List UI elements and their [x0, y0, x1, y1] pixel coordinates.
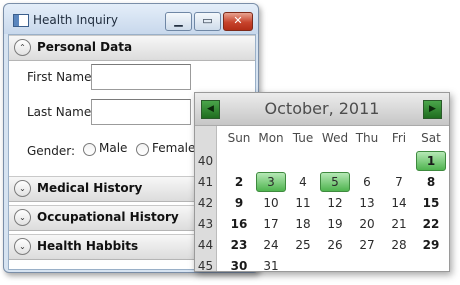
first-name-label: First Name: — [27, 70, 96, 84]
calendar-day[interactable]: 6 — [352, 172, 382, 192]
day-header: Tue — [292, 131, 314, 145]
calendar-day[interactable]: 15 — [416, 193, 446, 213]
calendar-day[interactable]: 16 — [224, 214, 254, 234]
maximize-button[interactable]: ▭ — [194, 12, 221, 31]
section-header-personal-data[interactable]: ⌃ Personal Data — [9, 35, 255, 61]
month-title[interactable]: October, 2011 — [195, 99, 449, 118]
calendar-day[interactable]: 14 — [384, 193, 414, 213]
calendar-day[interactable]: 22 — [416, 214, 446, 234]
chevron-down-icon[interactable]: ⌄ — [14, 238, 31, 255]
section-label: Health Habbits — [37, 239, 139, 253]
calendar-day[interactable]: 18 — [288, 214, 318, 234]
day-header: Sun — [227, 131, 251, 145]
section-label: Medical History — [37, 181, 143, 195]
week-number: 40 — [197, 154, 214, 168]
calendar-day[interactable]: 31 — [256, 256, 286, 276]
calendar-day[interactable]: 7 — [384, 172, 414, 192]
next-month-button[interactable]: ▶ — [423, 100, 442, 119]
calendar-day[interactable]: 21 — [384, 214, 414, 234]
calendar-day[interactable]: 20 — [352, 214, 382, 234]
calendar-day[interactable]: 8 — [416, 172, 446, 192]
day-header: Mon — [258, 131, 284, 145]
week-number: 44 — [197, 238, 214, 252]
calendar-day[interactable]: 29 — [416, 235, 446, 255]
app-window-icon — [13, 14, 29, 27]
first-name-field[interactable] — [91, 64, 191, 90]
close-button[interactable]: ✕ — [223, 12, 253, 31]
day-header: Thu — [355, 131, 379, 145]
close-icon: ✕ — [233, 14, 243, 27]
calendar-day[interactable]: 28 — [384, 235, 414, 255]
section-label: Personal Data — [37, 40, 133, 54]
chevron-down-icon[interactable]: ⌄ — [14, 180, 31, 197]
last-name-label: Last Name: — [27, 105, 96, 119]
female-radio-label[interactable]: Female — [152, 141, 195, 155]
calendar-day[interactable]: 3 — [256, 172, 286, 192]
chevron-down-icon[interactable]: ⌄ — [14, 209, 31, 226]
calendar-day[interactable]: 27 — [352, 235, 382, 255]
week-number: 42 — [197, 196, 214, 210]
male-radio-label[interactable]: Male — [99, 141, 127, 155]
calendar-day[interactable]: 26 — [320, 235, 350, 255]
minimize-button[interactable]: ▁ — [165, 12, 192, 31]
gender-label: Gender: — [27, 144, 76, 158]
calendar-day[interactable]: 24 — [256, 235, 286, 255]
calendar-day[interactable]: 4 — [288, 172, 318, 192]
section-label: Occupational History — [37, 210, 179, 224]
maximize-icon: ▭ — [202, 14, 213, 27]
calendar-day[interactable]: 9 — [224, 193, 254, 213]
chevron-up-icon[interactable]: ⌃ — [14, 39, 31, 56]
calendar-day[interactable]: 19 — [320, 214, 350, 234]
calendar-day[interactable]: 5 — [320, 172, 350, 192]
day-header: Sat — [421, 131, 441, 145]
calendar-day[interactable]: 17 — [256, 214, 286, 234]
male-radio[interactable] — [83, 143, 96, 156]
day-header: Wed — [321, 131, 349, 145]
calendar-popup: ◀ October, 2011 ▶ Sun Mon Tue Wed Thu Fri Sat 4… — [194, 92, 450, 273]
window-title: Health Inquiry — [33, 13, 118, 27]
week-number: 41 — [197, 175, 214, 189]
calendar-day[interactable]: 30 — [224, 256, 254, 276]
week-number: 43 — [197, 217, 214, 231]
last-name-field[interactable] — [91, 99, 191, 125]
calendar-day[interactable]: 11 — [288, 193, 318, 213]
calendar-day[interactable]: 12 — [320, 193, 350, 213]
title-bar[interactable]: Health Inquiry ▁ ▭ ✕ — [4, 4, 258, 34]
minimize-icon: ▁ — [174, 14, 183, 27]
calendar-day[interactable]: 1 — [416, 151, 446, 171]
week-number: 45 — [197, 259, 214, 273]
arrow-right-icon: ▶ — [429, 104, 436, 114]
calendar-day[interactable]: 10 — [256, 193, 286, 213]
calendar-day[interactable]: 23 — [224, 235, 254, 255]
calendar-day[interactable]: 2 — [224, 172, 254, 192]
calendar-header: ◀ October, 2011 ▶ — [195, 93, 449, 126]
female-radio[interactable] — [136, 143, 149, 156]
calendar-day[interactable]: 25 — [288, 235, 318, 255]
day-header: Fri — [391, 131, 407, 145]
calendar-day[interactable]: 13 — [352, 193, 382, 213]
